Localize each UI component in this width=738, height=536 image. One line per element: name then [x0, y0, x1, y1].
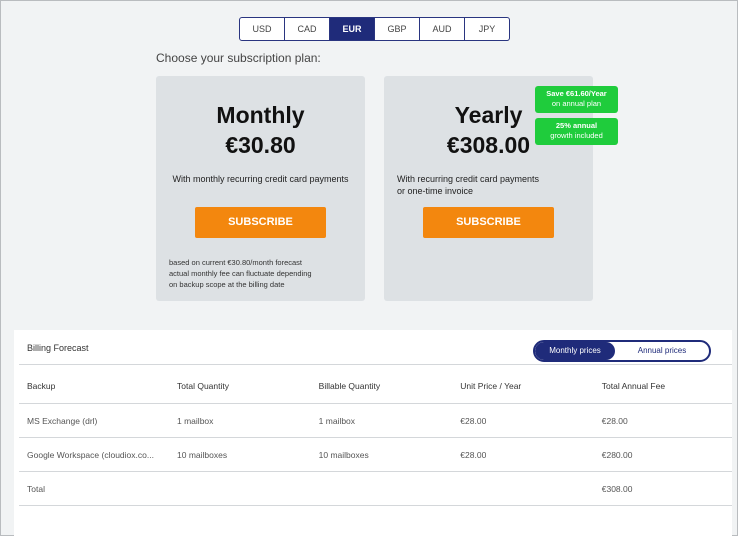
badge-line: 25% annual — [555, 121, 598, 130]
table-cell — [452, 471, 594, 506]
table-row: MS Exchange (drl) 1 mailbox 1 mailbox €2… — [19, 403, 732, 438]
badge-line: Save €61.60/Year — [546, 89, 607, 98]
table-cell: Total — [19, 471, 170, 506]
currency-selector: USD CAD EUR GBP AUD JPY — [239, 17, 510, 41]
description-line: or one-time invoice — [397, 186, 474, 196]
table-cell: €280.00 — [593, 437, 732, 472]
column-header: Billable Quantity — [310, 368, 453, 404]
note-line: based on current €30.80/month forecast — [169, 258, 303, 267]
table-cell: €28.00 — [452, 403, 594, 438]
currency-eur[interactable]: EUR — [330, 18, 375, 40]
currency-gbp[interactable]: GBP — [375, 18, 420, 40]
monthly-prices-option[interactable]: Monthly prices — [535, 342, 615, 360]
table-cell: €28.00 — [452, 437, 594, 472]
plan-description: With recurring credit card payments or o… — [397, 173, 585, 197]
badge-line: on annual plan — [551, 99, 602, 108]
table-cell — [169, 471, 311, 506]
currency-aud[interactable]: AUD — [420, 18, 465, 40]
table-cell: Google Workspace (cloudiox.co... — [19, 437, 170, 472]
plan-heading: Choose your subscription plan: — [156, 51, 321, 65]
column-header: Backup — [19, 368, 170, 404]
plan-description: With monthly recurring credit card payme… — [172, 174, 349, 184]
column-header: Unit Price / Year — [452, 368, 594, 404]
growth-badge: 25% annual growth included — [535, 118, 618, 145]
billing-table: Backup Total Quantity Billable Quantity … — [19, 368, 732, 506]
annual-prices-option[interactable]: Annual prices — [615, 342, 709, 360]
currency-jpy[interactable]: JPY — [465, 18, 509, 40]
badge-line: growth included — [550, 131, 603, 140]
price-period-toggle: Monthly prices Annual prices — [533, 340, 711, 362]
column-header: Total Annual Fee — [593, 368, 732, 404]
cell-text: MS Exchange (drl) — [27, 415, 98, 426]
savings-badge: Save €61.60/Year on annual plan — [535, 86, 618, 113]
currency-cad[interactable]: CAD — [285, 18, 330, 40]
note-line: on backup scope at the billing date — [169, 280, 285, 289]
table-cell: MS Exchange (drl) — [19, 403, 170, 438]
table-row-total: Total €308.00 — [19, 471, 732, 506]
billing-forecast-panel: Billing Forecast Monthly prices Annual p… — [14, 330, 732, 536]
divider — [19, 364, 732, 365]
billing-forecast-title: Billing Forecast — [27, 343, 89, 353]
plan-price: €30.80 — [225, 132, 296, 158]
table-cell: €308.00 — [593, 471, 732, 506]
table-cell — [310, 471, 453, 506]
description-line: With recurring credit card payments — [397, 174, 540, 184]
table-cell: 10 mailboxes — [310, 437, 453, 472]
column-header: Total Quantity — [169, 368, 311, 404]
table-cell: 1 mailbox — [169, 403, 311, 438]
table-header-row: Backup Total Quantity Billable Quantity … — [19, 368, 732, 404]
currency-usd[interactable]: USD — [240, 18, 285, 40]
table-cell: €28.00 — [593, 403, 732, 438]
cell-text: Google Workspace (cloudiox.co... — [27, 449, 154, 460]
table-cell: 1 mailbox — [310, 403, 453, 438]
note-line: actual monthly fee can fluctuate dependi… — [169, 269, 312, 278]
table-cell: 10 mailboxes — [169, 437, 311, 472]
plan-name: Monthly — [216, 102, 305, 128]
monthly-plan-card: Monthly €30.80 With monthly recurring cr… — [156, 76, 365, 301]
forecast-note: based on current €30.80/month forecast a… — [169, 257, 312, 290]
table-row: Google Workspace (cloudiox.co... 10 mail… — [19, 437, 732, 472]
monthly-subscribe-button[interactable]: SUBSCRIBE — [195, 207, 326, 238]
yearly-subscribe-button[interactable]: SUBSCRIBE — [423, 207, 554, 238]
